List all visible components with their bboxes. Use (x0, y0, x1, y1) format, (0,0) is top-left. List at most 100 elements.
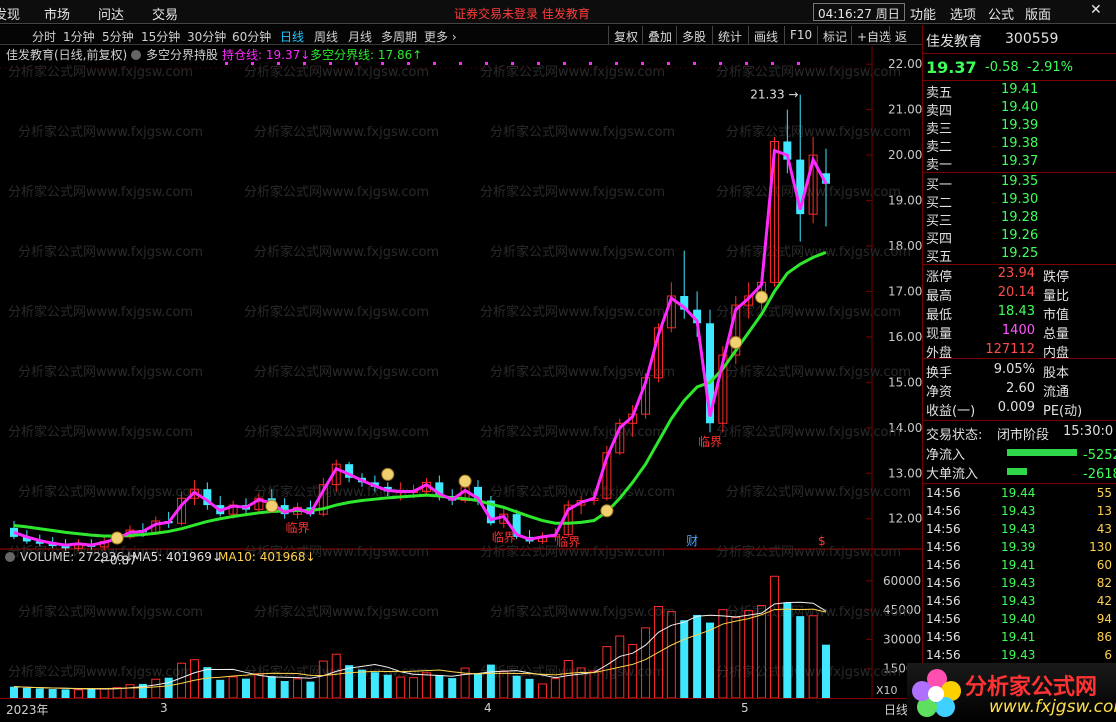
bid-row[interactable]: 买一 19.35 (923, 174, 1116, 193)
period-tab-5min[interactable]: 5分钟 (102, 28, 134, 45)
bid-row[interactable]: 买四 19.26 (923, 228, 1116, 247)
high-price-label: 21.33 → (750, 88, 798, 102)
signal-dot (277, 62, 280, 65)
tick-price: 19.43 (1001, 576, 1036, 590)
indicator-name[interactable]: 多空分界持股 (146, 47, 218, 62)
money-bag-icon (265, 499, 279, 513)
price-tick-label: 12.00 (888, 512, 922, 526)
mark-button[interactable]: 标记 (817, 26, 852, 44)
watermark-text: 分析家公式网www.fxjgsw.com (716, 424, 901, 440)
tick-time: 14:56 (926, 540, 961, 554)
statistics-button[interactable]: 统计 (712, 26, 747, 44)
menu-item-market[interactable]: 市场 (44, 4, 70, 23)
volume-bar-down (448, 678, 457, 698)
period-tab-multi[interactable]: 多周期 (381, 28, 417, 45)
period-tab-daily[interactable]: 日线 (280, 28, 304, 45)
bottom-daily-tab[interactable]: 日线 (884, 701, 908, 718)
ask-row[interactable]: 卖三 19.39 (923, 118, 1116, 137)
period-tab-1min[interactable]: 1分钟 (63, 28, 95, 45)
indicator-dropdown-icon (131, 50, 141, 60)
bid-price: 19.30 (1001, 192, 1039, 207)
period-tab-more[interactable]: 更多 › (424, 28, 457, 45)
tick-volume: 86 (1096, 630, 1112, 644)
menu-item-layout[interactable]: 版面 (1025, 4, 1051, 23)
clock: 04:16:27 周日 (813, 3, 905, 21)
period-tab-weekly[interactable]: 周线 (314, 28, 338, 45)
tick-volume: 42 (1096, 594, 1112, 608)
kline-chart[interactable]: 12.00 13.00 14.00 15.00 16.00 17.00 18.00 19.00… (0, 46, 922, 698)
bid-price: 19.26 (1001, 228, 1039, 243)
tick-time: 14:56 (926, 630, 961, 644)
period-toolbar: 分时 1分钟 5分钟 15分钟 30分钟 60分钟 日线 周线 月线 多周期 更… (0, 25, 922, 61)
kline-svg[interactable]: 12.0013.0014.0015.0016.0017.0018.0019.00… (0, 46, 922, 698)
restore-rights-button[interactable]: 复权 (608, 26, 643, 44)
flow-label: 大单流入 (926, 467, 979, 482)
watermark-text: 分析家公式网www.fxjgsw.com (18, 244, 203, 260)
close-icon[interactable]: ✕ (1090, 2, 1102, 18)
watermark-text: 分析家公式网www.fxjgsw.com (254, 124, 439, 140)
bid-row[interactable]: 买二 19.30 (923, 192, 1116, 211)
volume-bar-down (10, 686, 18, 698)
bid-row[interactable]: 买五 19.25 (923, 246, 1116, 265)
bid-label: 买三 (926, 214, 953, 229)
multi-stock-button[interactable]: 多股 (676, 26, 711, 44)
login-notice[interactable]: 证券交易未登录 佳发教育 (454, 5, 590, 22)
tick-volume: 55 (1096, 486, 1112, 500)
period-tab-30min[interactable]: 30分钟 (187, 28, 226, 45)
volume-bar-down (512, 675, 521, 698)
watermark-text: 分析家公式网www.fxjgsw.com (716, 544, 901, 560)
signal-dot (589, 62, 592, 65)
stat2-label: 净资 (926, 385, 953, 400)
back-button[interactable]: 返回 (889, 26, 922, 61)
menu-item-discover[interactable]: 发现 (0, 4, 20, 23)
period-tab-monthly[interactable]: 月线 (348, 28, 372, 45)
menu-item-formula[interactable]: 公式 (988, 4, 1014, 23)
ask-label: 卖四 (926, 104, 953, 119)
stat2-value: 0.009 (997, 400, 1035, 415)
menu-item-function[interactable]: 功能 (910, 4, 936, 23)
app-window: 发现 市场 问达 交易 证券交易未登录 佳发教育 04:16:27 周日 功能 … (0, 0, 1116, 722)
tick-row: 14:56 19.40 94 (923, 612, 1116, 630)
stat2-row: 净资 2.60 流通 (923, 381, 1116, 400)
ask-label: 卖三 (926, 122, 953, 137)
watermark-text: 分析家公式网www.fxjgsw.com (480, 304, 665, 320)
period-tab-timeshare[interactable]: 分时 (32, 28, 56, 45)
volume-bar-down (280, 681, 289, 698)
bid-label: 买一 (926, 178, 953, 193)
ask-row[interactable]: 卖二 19.38 (923, 136, 1116, 155)
tick-price: 19.43 (1001, 504, 1036, 518)
stock-name: 佳发教育 (926, 34, 982, 50)
volume-bar-down (525, 678, 534, 698)
watermark-text: 分析家公式网www.fxjgsw.com (726, 244, 911, 260)
menu-item-trade[interactable]: 交易 (152, 4, 178, 23)
watermark-text: 分析家公式网www.fxjgsw.com (254, 364, 439, 380)
menu-item-options[interactable]: 选项 (950, 4, 976, 23)
ask-row[interactable]: 卖四 19.40 (923, 100, 1116, 119)
bid-row[interactable]: 买三 19.28 (923, 210, 1116, 229)
signal-dot (537, 62, 540, 65)
tick-row: 14:56 19.43 42 (923, 594, 1116, 612)
stat-label: 涨停 (926, 270, 953, 285)
volume-bar-down (306, 681, 315, 698)
draw-line-button[interactable]: 画线 (748, 26, 783, 44)
menu-item-ask[interactable]: 问达 (98, 4, 124, 23)
tick-time: 14:56 (926, 594, 961, 608)
f10-button[interactable]: F10 (784, 26, 817, 44)
ask-row[interactable]: 卖一 19.37 (923, 154, 1116, 173)
overlay-button[interactable]: 叠加 (642, 26, 677, 44)
date-label-may: 5 (741, 701, 749, 715)
volume-bar-down (680, 620, 689, 698)
money-bag-icon (755, 290, 769, 304)
ask-label: 卖五 (926, 86, 953, 101)
watermark-text: 分析家公式网www.fxjgsw.com (8, 304, 193, 320)
volume-bar-down (474, 673, 482, 698)
signal-dot (459, 62, 462, 65)
period-tab-60min[interactable]: 60分钟 (232, 28, 271, 45)
period-tab-15min[interactable]: 15分钟 (141, 28, 180, 45)
volume-bar-down (358, 669, 366, 698)
dollar-mark: $ (818, 534, 826, 548)
ask-row[interactable]: 卖五 19.41 (923, 82, 1116, 101)
tick-volume: 13 (1096, 504, 1112, 518)
stat2-row: 收益(一) 0.009 PE(动) (923, 400, 1116, 419)
signal-dot (303, 62, 306, 65)
